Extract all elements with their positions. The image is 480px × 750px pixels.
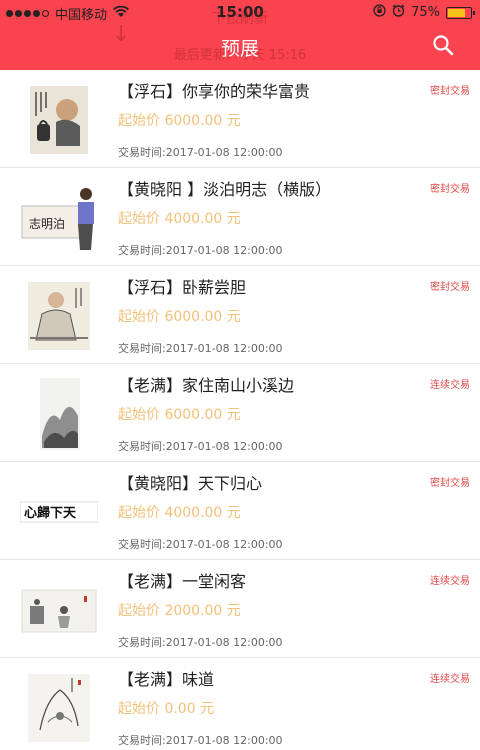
artwork-thumbnail[interactable]: 心歸下天 bbox=[20, 474, 98, 550]
artwork-thumbnail[interactable] bbox=[20, 82, 98, 158]
trade-time: 交易时间:2017-01-08 12:00:00 bbox=[118, 440, 283, 453]
artwork-list-item[interactable]: 【浮石】你享你的荣华富贵 密封交易起始价 6000.00 元交易时间:2017-0… bbox=[0, 70, 480, 168]
artwork-list-item[interactable]: 【老满】一堂闲客 连续交易起始价 2000.00 元交易时间:2017-01-08… bbox=[0, 560, 480, 658]
artwork-title: 【老满】一堂闲客 bbox=[118, 572, 247, 591]
trade-type-label: 密封交易 bbox=[430, 478, 470, 489]
artwork-thumbnail[interactable] bbox=[20, 670, 98, 746]
artwork-list-item[interactable]: 【浮石】卧薪尝胆 密封交易起始价 6000.00 元交易时间:2017-01-08… bbox=[0, 266, 480, 364]
artwork-title: 【浮石】卧薪尝胆 bbox=[118, 278, 247, 297]
starting-price: 起始价 0.00 元 bbox=[118, 701, 215, 717]
trade-time: 交易时间:2017-01-08 12:00:00 bbox=[118, 636, 283, 649]
artwork-title: 【老满】味道 bbox=[118, 670, 215, 689]
artwork-list-item[interactable]: 志明泊 【黄晓阳 】淡泊明志（横版） 密封交易起始价 4000.00 元交易时间:2… bbox=[0, 168, 480, 266]
artwork-title: 【黄晓阳 】淡泊明志（横版） bbox=[118, 180, 332, 199]
artwork-thumbnail[interactable] bbox=[20, 572, 98, 648]
top-bar: 中国移动 15:00 75% 下拉刷新 ↓ 最后更新：今天 15:16 预展 bbox=[0, 0, 480, 70]
artwork-list: 【浮石】你享你的荣华富贵 密封交易 起始价 6000.00 元交易时间:2017-0… bbox=[0, 70, 480, 750]
trade-time: 交易时间:2017-01-08 12:00:00 bbox=[118, 244, 283, 257]
trade-type-label: 连续交易 bbox=[430, 674, 470, 685]
artwork-thumbnail[interactable] bbox=[20, 376, 98, 452]
artwork-list-item[interactable]: 【老满】家住南山小溪边 连续交易起始价 6000.00 元交易时间:2017-01… bbox=[0, 364, 480, 462]
trade-type-label: 密封交易 bbox=[430, 282, 470, 293]
starting-price: 起始价 4000.00 元 bbox=[118, 505, 241, 521]
trade-type-label: 连续交易 bbox=[430, 380, 470, 391]
trade-type-label: 密封交易 bbox=[430, 86, 470, 97]
trade-type-label: 密封交易 bbox=[430, 184, 470, 195]
trade-type-label: 连续交易 bbox=[430, 576, 470, 587]
artwork-thumbnail[interactable] bbox=[20, 278, 98, 354]
artwork-thumbnail[interactable]: 志明泊 bbox=[20, 180, 98, 256]
trade-time: 交易时间:2017-01-08 12:00:00 bbox=[118, 538, 283, 551]
search-icon[interactable] bbox=[432, 34, 454, 56]
starting-price: 起始价 6000.00 元 bbox=[118, 113, 241, 129]
starting-price: 起始价 6000.00 元 bbox=[118, 309, 241, 325]
trade-time: 交易时间:2017-01-08 12:00:00 bbox=[118, 342, 283, 355]
starting-price: 起始价 2000.00 元 bbox=[118, 603, 241, 619]
pull-refresh-hint: 下拉刷新 bbox=[212, 11, 268, 27]
starting-price: 起始价 6000.00 元 bbox=[118, 407, 241, 423]
page-title: 预展 bbox=[220, 38, 259, 60]
trade-time: 交易时间:2017-01-08 12:00:00 bbox=[118, 146, 283, 159]
starting-price: 起始价 4000.00 元 bbox=[118, 211, 241, 227]
artwork-list-item[interactable]: 【老满】味道 连续交易起始价 0.00 元交易时间:2017-01-08 12:0… bbox=[0, 658, 480, 750]
artwork-title: 【老满】家住南山小溪边 bbox=[118, 376, 295, 395]
artwork-title: 【黄晓阳】天下归心 bbox=[118, 474, 263, 493]
trade-time: 交易时间:2017-01-08 12:00:00 bbox=[118, 734, 283, 747]
svg-text:志明泊: 志明泊 bbox=[29, 217, 65, 231]
artwork-list-item[interactable]: 心歸下天 【黄晓阳】天下归心 密封交易起始价 4000.00 元交易时间:2017-… bbox=[0, 462, 480, 560]
artwork-title: 【浮石】你享你的荣华富贵 bbox=[118, 82, 311, 101]
svg-text:心歸下天: 心歸下天 bbox=[24, 505, 77, 521]
